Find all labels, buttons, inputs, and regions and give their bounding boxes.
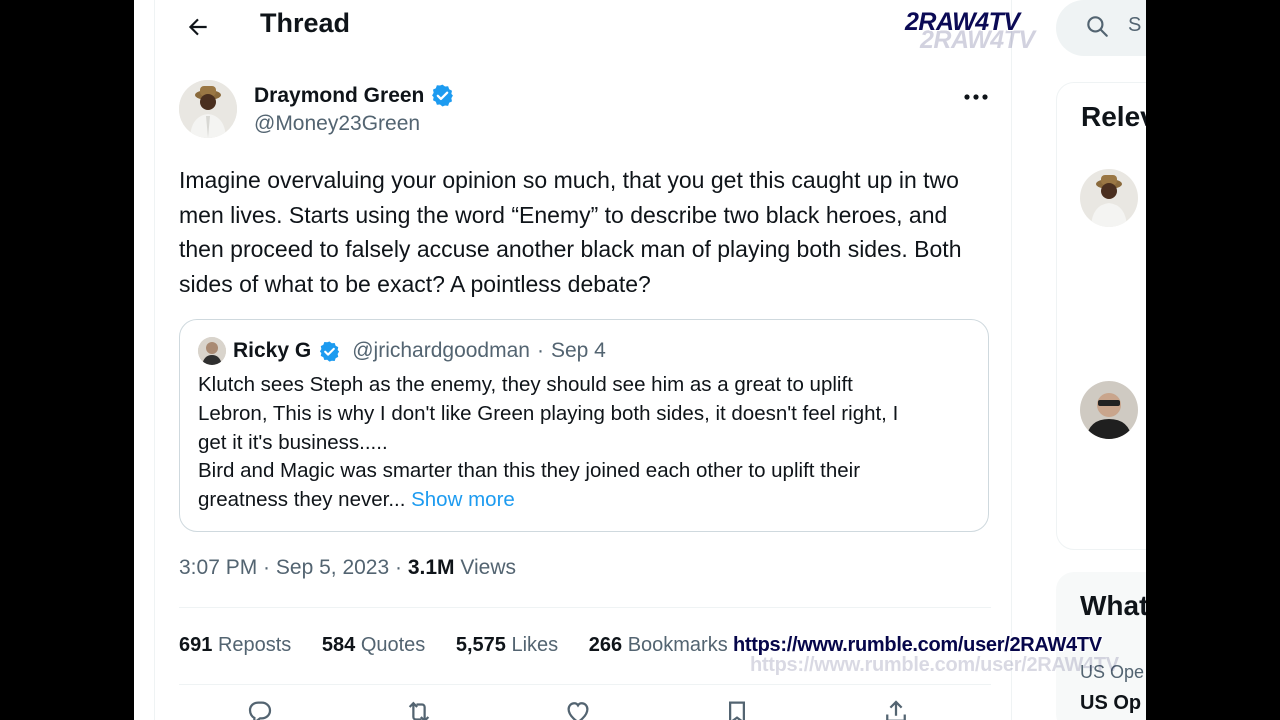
search-input[interactable]: S — [1056, 0, 1146, 56]
relevant-people-title: Relev — [1081, 101, 1146, 132]
repost-icon — [408, 701, 430, 720]
page-title: Thread — [260, 8, 351, 38]
tweet-actions — [155, 697, 1011, 720]
watermark-url: https://www.rumble.com/user/2RAW4TV — [733, 634, 1102, 656]
separator-dot: · — [536, 339, 544, 362]
right-sidebar: S Relev — [1034, 0, 1146, 720]
author-name-row[interactable]: Draymond Green — [254, 83, 455, 108]
show-more-link[interactable]: Show more — [411, 488, 515, 511]
quoted-tweet-header: Ricky G @jrichardgoodman · Sep 4 — [198, 337, 606, 365]
repost-button[interactable] — [404, 697, 438, 720]
thread-header: Thread — [155, 0, 1011, 52]
back-button[interactable] — [181, 10, 215, 44]
relevant-people-card: Relev — [1056, 82, 1146, 550]
person-avatar-icon — [198, 337, 226, 365]
bookmark-button[interactable] — [722, 697, 756, 720]
quoted-author-handle: @jrichardgoodman — [352, 339, 530, 362]
views-count: 3.1M — [407, 556, 455, 579]
person-avatar-icon — [179, 80, 237, 138]
quotes-label: Quotes — [360, 634, 426, 656]
quoted-text-line: Klutch sees Steph as the enemy, they sho… — [198, 373, 853, 396]
quoted-text-last-line: greatness they never... Show more — [198, 486, 968, 515]
watermark-brand: 2RAW4TV — [905, 8, 1020, 36]
tweet-time[interactable]: 3:07 PM — [179, 556, 257, 579]
quoted-tweet[interactable]: Ricky G @jrichardgoodman · Sep 4 Klutch … — [179, 319, 989, 532]
reposts-count: 691 — [179, 634, 213, 656]
relevant-person-avatar[interactable] — [1080, 169, 1138, 227]
quoted-text-line: Bird and Magic was smarter than this the… — [198, 459, 861, 483]
author-name: Draymond Green — [254, 83, 425, 107]
quoted-text-line: get it it's business..... — [198, 430, 388, 454]
quotes-stat[interactable]: 584 Quotes — [322, 634, 425, 657]
author-avatar[interactable] — [179, 80, 237, 138]
likes-label: Likes — [511, 634, 559, 656]
verified-badge-icon — [432, 84, 454, 107]
search-placeholder: S — [1128, 14, 1142, 36]
tweet-date[interactable]: Sep 5, 2023 — [276, 556, 389, 579]
person-avatar-icon — [1080, 381, 1138, 439]
bookmarks-stat[interactable]: 266 Bookmarks — [589, 634, 728, 657]
heart-icon — [567, 702, 589, 720]
quoted-author-name: Ricky G — [233, 339, 312, 362]
share-button[interactable] — [881, 697, 915, 720]
share-icon — [886, 700, 906, 720]
author-handle[interactable]: @Money23Green — [254, 112, 420, 136]
trend-title[interactable]: US Op — [1080, 692, 1141, 715]
quoted-author-avatar — [198, 337, 226, 365]
reply-icon — [248, 701, 272, 720]
divider — [179, 684, 991, 685]
quotes-count: 584 — [321, 634, 356, 656]
tweet-stats: 691 Reposts 584 Quotes 5,575 Likes 266 B… — [179, 634, 753, 657]
reply-button[interactable] — [245, 697, 279, 720]
quoted-tweet-text: Klutch sees Steph as the enemy, they sho… — [198, 371, 968, 515]
views-label: Views — [460, 556, 516, 579]
person-avatar-icon — [1080, 169, 1138, 227]
bookmarks-label: Bookmarks — [627, 634, 728, 656]
relevant-person-avatar[interactable] — [1080, 381, 1138, 439]
bookmarks-count: 266 — [588, 634, 623, 656]
likes-count: 5,575 — [455, 634, 506, 656]
whats-happening-title: What — [1080, 590, 1146, 621]
more-horizontal-icon — [964, 94, 988, 100]
likes-stat[interactable]: 5,575 Likes — [456, 634, 558, 657]
search-icon — [1087, 16, 1108, 37]
divider — [179, 607, 991, 608]
verified-badge-icon — [320, 340, 340, 362]
tweet-text: Imagine overvaluing your opinion so much… — [179, 167, 962, 297]
tweet-author: Draymond Green @Money23Green — [179, 80, 989, 140]
quoted-text-line: greatness they never... — [198, 488, 406, 512]
quoted-text-line: Lebron, This is why I don't like Green p… — [198, 401, 899, 425]
more-options-button[interactable] — [959, 82, 993, 112]
bookmark-icon — [729, 701, 745, 720]
like-button[interactable] — [563, 697, 597, 720]
quoted-tweet-date: Sep 4 — [550, 339, 606, 362]
reposts-stat[interactable]: 691 Reposts — [179, 634, 291, 657]
arrow-left-icon — [188, 18, 207, 36]
tweet-meta: 3:07 PM · Sep 5, 2023 · 3.1M Views — [179, 556, 516, 579]
watermark-shadow: https://www.rumble.com/user/2RAW4TV — [750, 654, 1119, 676]
reposts-label: Reposts — [217, 634, 292, 656]
main-column: Thread Draymond Green @Money23Green Imag… — [154, 0, 1012, 720]
screen: Thread Draymond Green @Money23Green Imag… — [134, 0, 1146, 720]
